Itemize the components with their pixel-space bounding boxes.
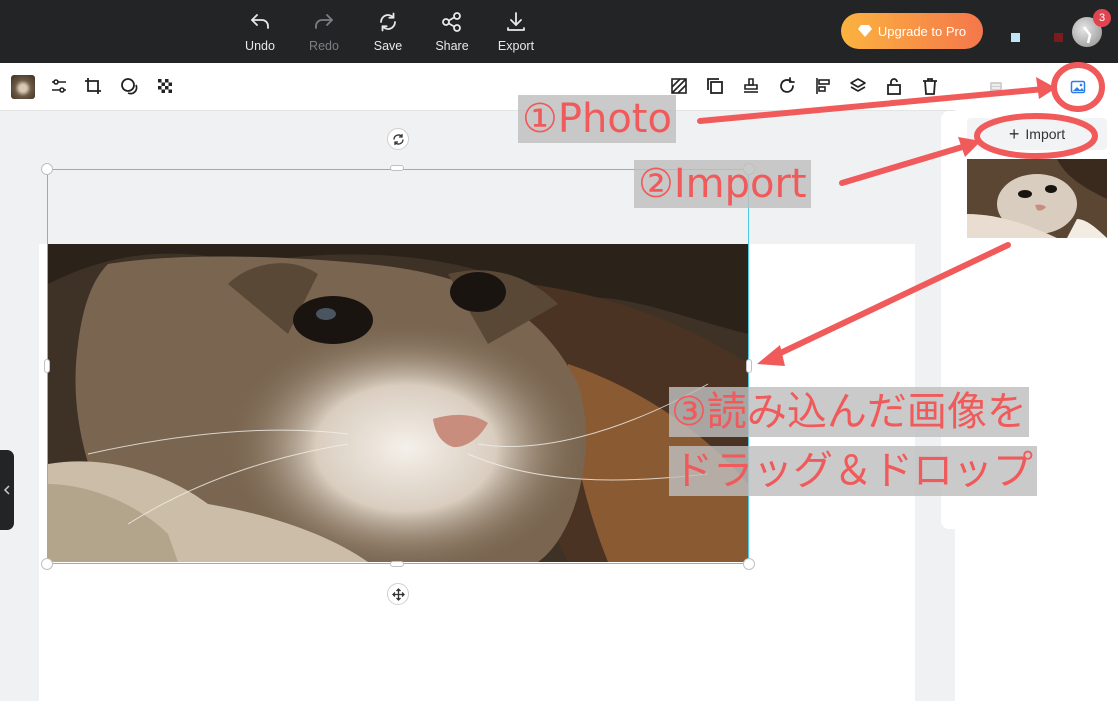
annotation-step3-line2: ドラッグ＆ドロップ [669, 446, 1037, 496]
resize-handle-bottom-left[interactable] [41, 558, 53, 570]
annotation-step3-line1: ③読み込んだ画像を [669, 387, 1029, 437]
pattern-icon [671, 78, 687, 94]
pattern-button[interactable] [668, 75, 690, 97]
align-button[interactable] [812, 75, 834, 97]
undo-button[interactable]: Undo [232, 10, 288, 54]
save-button[interactable]: Save [360, 10, 416, 54]
save-label: Save [373, 39, 403, 53]
crop-button[interactable] [82, 75, 104, 97]
resize-handle-bottom[interactable] [390, 561, 404, 567]
import-button[interactable]: + Import [967, 118, 1107, 150]
import-label: Import [1025, 126, 1066, 142]
lock-icon [887, 78, 901, 95]
collapse-panel-button[interactable] [0, 450, 14, 530]
resize-handle-top-left[interactable] [41, 163, 53, 175]
adjust-button[interactable] [48, 75, 70, 97]
share-label: Share [435, 39, 469, 53]
delete-button[interactable] [919, 75, 941, 97]
export-icon [507, 12, 525, 31]
resize-handle-top[interactable] [390, 165, 404, 171]
transparency-icon [158, 79, 172, 93]
resize-handle-bottom-right[interactable] [743, 558, 755, 570]
rotate-handle-icon [392, 133, 404, 145]
rotate-button[interactable] [776, 75, 798, 97]
window-indicator-blue [1011, 33, 1020, 42]
lock-button[interactable] [883, 75, 905, 97]
redo-button[interactable]: Redo [296, 10, 352, 54]
plus-icon: + [1008, 124, 1020, 144]
mask-icon [121, 78, 138, 95]
export-button[interactable]: Export [488, 10, 544, 54]
layers-icon [850, 78, 866, 92]
notification-badge[interactable]: 3 [1093, 9, 1111, 27]
image-thumbnail[interactable] [11, 75, 35, 99]
move-icon [391, 587, 405, 601]
crop-icon [85, 78, 101, 94]
stamp-button[interactable] [740, 75, 762, 97]
diamond-icon [857, 25, 872, 37]
mask-button[interactable] [118, 75, 140, 97]
save-icon [380, 12, 396, 32]
photo-icon [1070, 80, 1086, 94]
rotate-handle[interactable] [387, 128, 409, 150]
tab-text[interactable] [985, 76, 1007, 98]
annotation-step2: ②Import [634, 160, 811, 208]
trash-icon [923, 78, 937, 95]
resize-handle-right[interactable] [746, 359, 752, 373]
top-bar: Undo Redo Save Share Export Upgrade to P… [0, 0, 1118, 63]
export-label: Export [497, 39, 535, 53]
rotate-icon [780, 77, 795, 93]
duplicate-icon [707, 78, 723, 94]
align-icon [816, 78, 830, 94]
chevron-left-icon [3, 485, 10, 495]
cat-thumbnail-image [967, 159, 1107, 238]
selection-box [47, 169, 749, 564]
imported-photo-thumbnail[interactable] [967, 159, 1107, 238]
window-indicator-red [1054, 33, 1063, 42]
layers-button[interactable] [847, 75, 869, 97]
share-icon [442, 12, 461, 32]
text-icon [990, 82, 1002, 92]
duplicate-button[interactable] [704, 75, 726, 97]
stamp-icon [744, 78, 758, 93]
adjust-icon [52, 79, 66, 93]
transparency-button[interactable] [154, 75, 176, 97]
upgrade-label: Upgrade to Pro [877, 23, 967, 39]
resize-handle-left[interactable] [44, 359, 50, 373]
redo-icon [315, 14, 333, 29]
share-button[interactable]: Share [424, 10, 480, 54]
upgrade-button[interactable]: Upgrade to Pro [841, 13, 983, 49]
annotation-step1: ①Photo [518, 95, 676, 143]
move-handle[interactable] [387, 583, 409, 605]
tab-photo[interactable] [1067, 76, 1089, 98]
image-toolbar [0, 63, 955, 111]
undo-icon [251, 14, 269, 29]
redo-label: Redo [309, 39, 339, 53]
undo-label: Undo [245, 39, 275, 53]
